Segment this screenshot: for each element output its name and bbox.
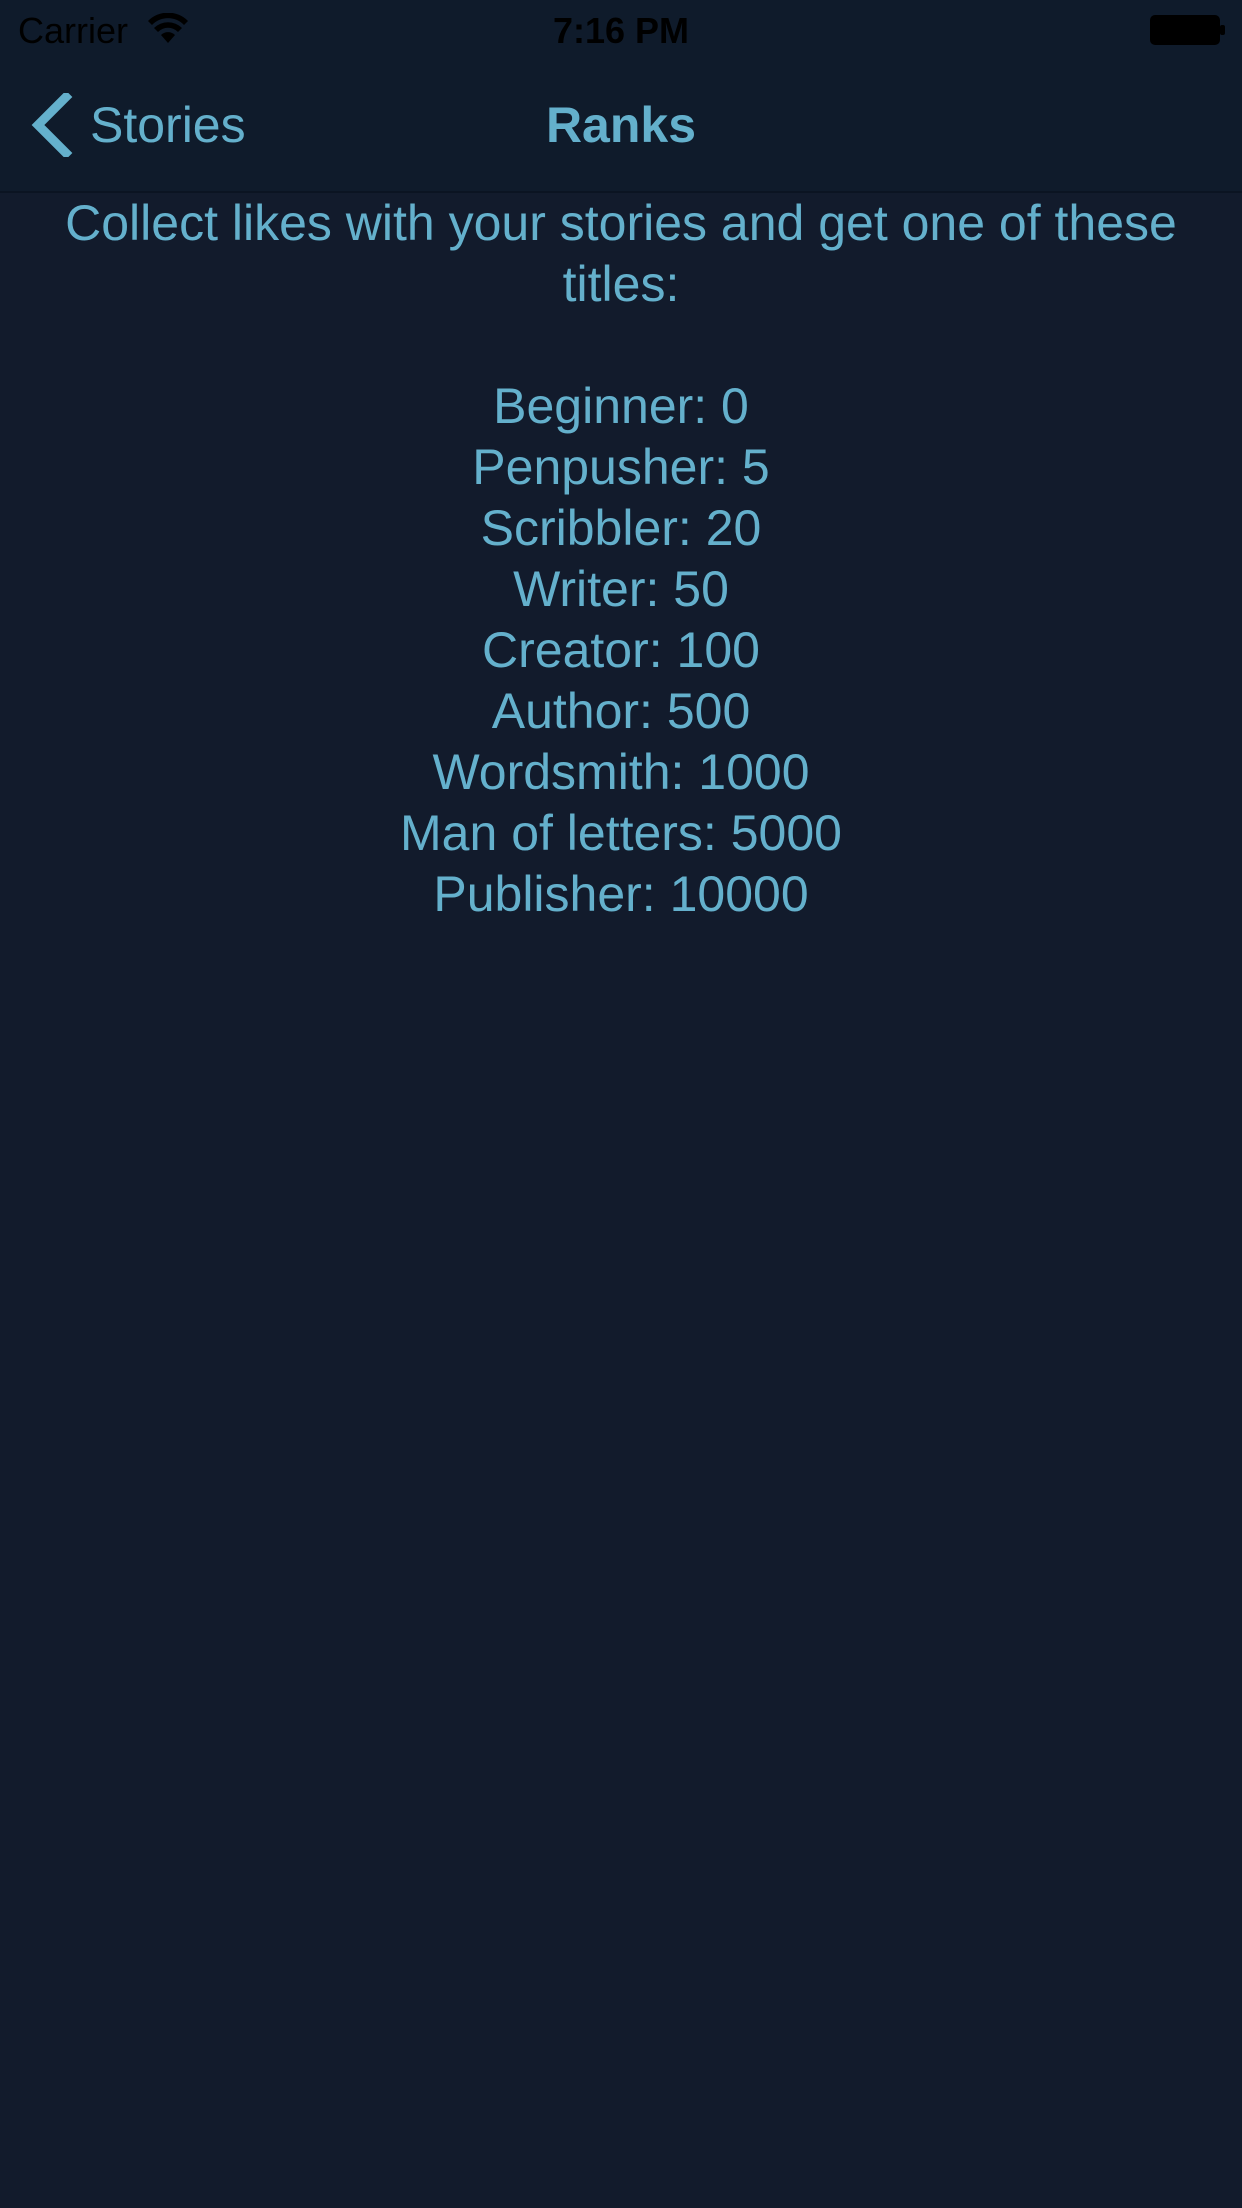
rank-item: Wordsmith: 1000 [432,744,810,800]
page-title: Ranks [545,97,697,153]
navigation-bar: Stories Ranks [0,60,1242,193]
rank-item: Scribbler: 20 [480,500,762,556]
intro-text: Collect likes with your stories and get … [65,195,1177,312]
rank-list: Beginner: 0 Penpusher: 5 Scribbler: 20 W… [60,376,1182,925]
rank-item: Creator: 100 [482,622,760,678]
status-bar: Carrier 7:16 PM [0,0,1242,60]
rank-item: Beginner: 0 [493,378,749,434]
status-time: 7:16 PM [552,10,690,51]
rank-item: Writer: 50 [513,561,729,617]
battery-icon [1150,15,1225,45]
rank-item: Man of letters: 5000 [400,805,842,861]
rank-item: Publisher: 10000 [433,866,809,922]
rank-item: Author: 500 [491,683,751,739]
ranks-content: Collect likes with your stories and get … [60,193,1182,925]
rank-item: Penpusher: 5 [472,439,770,495]
